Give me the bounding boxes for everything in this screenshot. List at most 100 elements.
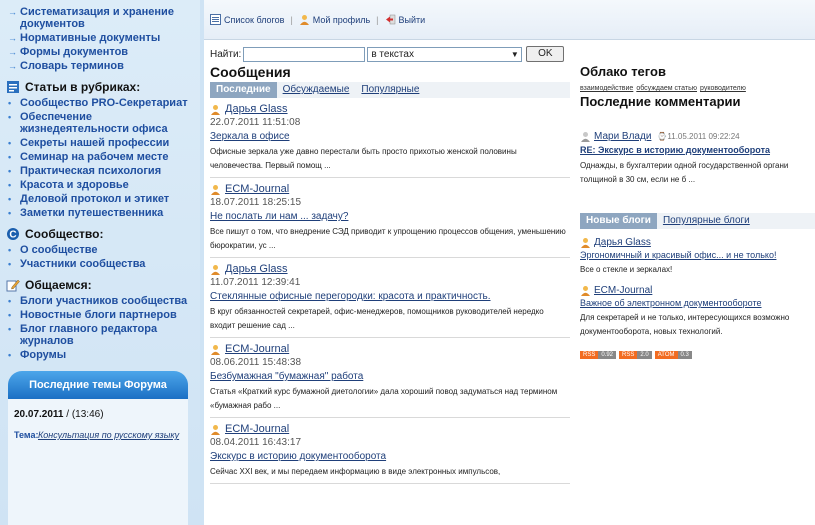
tab-latest[interactable]: Последние (210, 82, 277, 98)
talk-item-link[interactable]: • Блог главного редактора журналов (0, 323, 200, 347)
blog-title-link[interactable]: Важное об электронном документообороте (580, 298, 815, 308)
talk-heading: Общаемся: (0, 278, 200, 292)
post-date: 11.07.2011 12:39:41 (210, 277, 301, 288)
user-icon (210, 104, 221, 115)
forum-topic-link[interactable]: Консультация по русскому языку (38, 430, 179, 440)
feed-badge[interactable]: ATOM 0.3 (654, 351, 692, 359)
posts-list: Дарья Glass 22.07.2011 11:51:08 Зеркала в … (210, 98, 570, 484)
comments-title: Последние комментарии (580, 94, 741, 109)
post-author-link[interactable]: Дарья Glass (225, 103, 288, 115)
search-scope-select[interactable]: в текстах ▼ (367, 46, 523, 62)
rubric-item-link[interactable]: • Секреты нашей профессии (0, 137, 200, 149)
right-column: Облако тегов взаимодействие обсуждаем ста… (580, 46, 815, 359)
community-item-link[interactable]: • О сообществе (0, 244, 200, 256)
rubric-item-link[interactable]: • Обеспечение жизнедеятельности офиса (0, 111, 200, 135)
tab-popular-blogs[interactable]: Популярные блоги (657, 213, 756, 229)
tag-cloud: взаимодействие обсуждаем статью руководите… (580, 85, 815, 92)
post-author-link[interactable]: Дарья Glass (225, 263, 288, 275)
tag-link[interactable]: руководителю (700, 85, 746, 92)
sidebar-item-link[interactable]: → Формы документов (0, 46, 200, 58)
blog-author: ECM-Journal (580, 285, 815, 296)
rubric-item-link[interactable]: • Семинар на рабочем месте (0, 151, 200, 163)
talk-item-link[interactable]: • Форумы (0, 349, 200, 361)
talk-item-link[interactable]: • Блоги участников сообщества (0, 295, 200, 307)
rubric-item-link[interactable]: • Заметки путешественника (0, 207, 200, 219)
community-item-label: Участники сообщества (20, 258, 146, 270)
blogs-list-button[interactable]: Список блогов (210, 14, 284, 25)
search-bar: Найти: в текстах ▼ OK (210, 46, 570, 62)
talk-item-label: Блоги участников сообщества (20, 295, 188, 307)
rubric-item-label: Сообщество PRO-Секретариат (20, 97, 188, 109)
post-title-link[interactable]: Безбумажная "бумажная" работа (210, 371, 570, 382)
sidebar-item-link[interactable]: → Словарь терминов (0, 60, 200, 72)
user-icon (210, 424, 221, 435)
blog-author-link[interactable]: ECM-Journal (594, 285, 652, 296)
sidebar-item-link[interactable]: → Нормативные документы (0, 32, 200, 44)
tab-discussed[interactable]: Обсуждаемые (277, 82, 356, 98)
forum-date: 20.07.2011 / (13:46) (14, 409, 104, 420)
post-title-link[interactable]: Не послать ли нам ... задачу? (210, 211, 570, 222)
rubric-item-label: Красота и здоровье (20, 179, 129, 191)
user-icon (581, 132, 590, 142)
rubric-item-link[interactable]: • Практическая психология (0, 165, 200, 177)
post-author-link[interactable]: ECM-Journal (225, 343, 289, 355)
messages-title: Сообщения (210, 64, 291, 80)
messages-tabs: Последние Обсуждаемые Популярные (210, 82, 570, 98)
rubric-item-label: Заметки путешественника (20, 207, 164, 219)
comment-post-link[interactable]: RE: Экскурс в историю документооборота (580, 145, 815, 155)
chevron-down-icon: ▼ (510, 49, 519, 59)
feed-badge[interactable]: RSS 2.0 (619, 351, 652, 359)
user-icon (580, 285, 591, 296)
post-author-link[interactable]: ECM-Journal (225, 423, 289, 435)
logout-button[interactable]: Выйти (385, 14, 425, 25)
post-author: ECM-Journal (210, 183, 570, 195)
sidebar-item-label: Систематизация и хранение документов (20, 6, 174, 30)
tab-new-blogs[interactable]: Новые блоги (580, 213, 657, 229)
search-ok-button[interactable]: OK (526, 46, 565, 62)
comment-time: 11.05.2011 09:22:24 (667, 132, 740, 141)
list-icon (210, 14, 221, 25)
toolbar: Список блогов | Мой профиль | Выйти (204, 0, 815, 40)
user-icon (210, 344, 221, 355)
rubric-item-label: Обеспечение жизнедеятельности офиса (20, 111, 168, 135)
post-title-link[interactable]: Экскурс в историю документооборота (210, 451, 570, 462)
rubrics-list: • Сообщество PRO-Секретариат • Обеспечение … (0, 97, 200, 219)
community-item-label: О сообществе (20, 244, 98, 256)
feed-badge[interactable]: RSS 0.92 (580, 351, 617, 359)
post-title-link[interactable]: Стеклянные офисные перегородки: красота … (210, 291, 570, 302)
messages-column: Найти: в текстах ▼ OK Сообщения Последни… (210, 46, 570, 484)
feed-badge-version: 0.92 (598, 351, 617, 359)
tab-popular[interactable]: Популярные (355, 82, 425, 98)
bullet-icon: • (8, 180, 12, 190)
user-icon (210, 264, 221, 275)
post-author-link[interactable]: ECM-Journal (225, 183, 289, 195)
post-date: 08.06.2011 15:48:38 (210, 357, 302, 368)
comment-author-link[interactable]: Мари Влади (594, 131, 651, 142)
rubric-item-link[interactable]: • Красота и здоровье (0, 179, 200, 191)
blog-title-link[interactable]: Эргономичный и красивый офис... и не тол… (580, 250, 815, 260)
talk-item-label: Новостные блоги партнеров (20, 309, 177, 321)
community-logo-icon: C (7, 228, 19, 241)
rubric-item-link[interactable]: • Сообщество PRO-Секретариат (0, 97, 200, 109)
community-item-link[interactable]: • Участники сообщества (0, 258, 200, 270)
search-input[interactable] (243, 46, 366, 62)
bullet-icon: • (8, 98, 12, 108)
sidebar-item-link[interactable]: → Систематизация и хранение документов (0, 6, 200, 30)
tag-link[interactable]: взаимодействие (580, 85, 633, 92)
forum-box: 20.07.2011 / (13:46) Тема: Консультация … (8, 399, 188, 525)
my-profile-button[interactable]: Мой профиль (299, 14, 370, 25)
toolbar-divider: | (376, 14, 379, 25)
sidebar-item-label: Словарь терминов (20, 60, 124, 72)
bullet-icon: • (8, 350, 12, 360)
tag-link[interactable]: обсуждаем статью (636, 85, 697, 92)
comment-item: Мари Влади ⌚ 11.05.2011 09:22:24 RE: Экс… (580, 131, 815, 187)
feed-badge-type: ATOM (654, 351, 678, 359)
bullet-icon: → (8, 7, 17, 17)
rubric-item-link[interactable]: • Деловой протокол и этикет (0, 193, 200, 205)
comment-excerpt: Однажды, в бухгалтерии одной государстве… (580, 161, 789, 184)
talk-item-link[interactable]: • Новостные блоги партнеров (0, 309, 200, 321)
svg-text:C: C (9, 230, 16, 241)
post-title-link[interactable]: Зеркала в офисе (210, 131, 570, 142)
bullet-icon: • (8, 245, 12, 255)
blog-author-link[interactable]: Дарья Glass (594, 237, 651, 248)
